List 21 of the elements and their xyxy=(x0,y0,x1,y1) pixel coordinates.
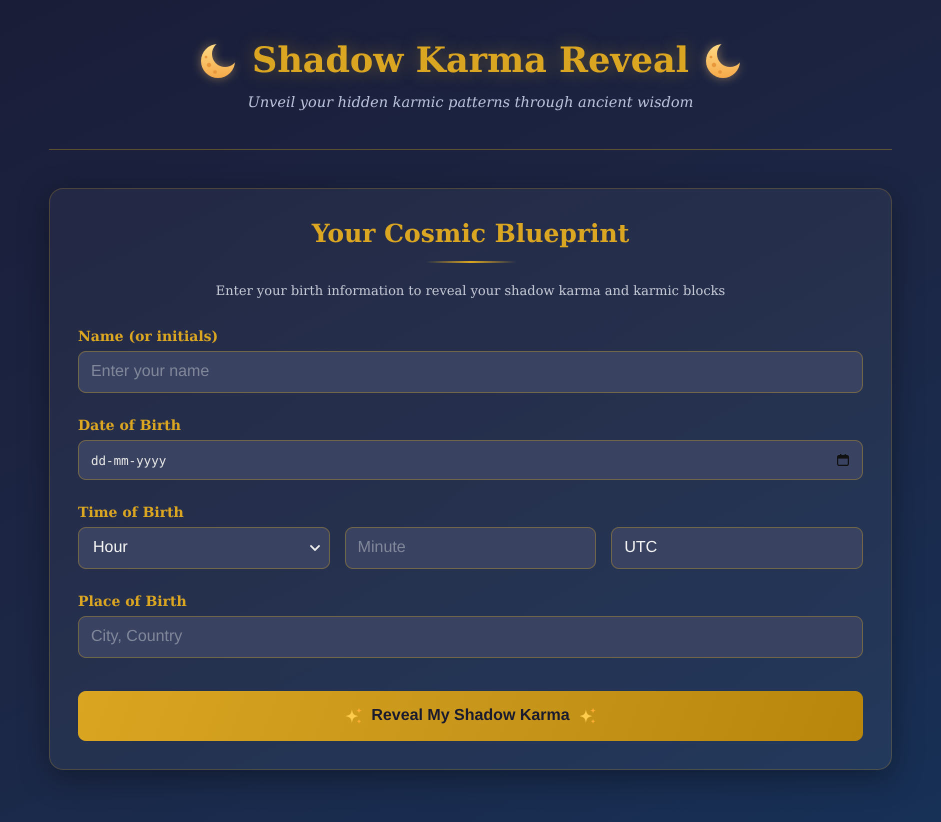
text-input[interactable]: Enter your name xyxy=(78,351,863,393)
crescent-moon-icon xyxy=(200,43,236,79)
sparkles-icon xyxy=(344,706,364,726)
field-label: Name (or initials) xyxy=(78,328,218,347)
calendar-icon[interactable] xyxy=(837,454,849,466)
text-input[interactable]: City, Country xyxy=(78,616,863,658)
crescent-moon-icon xyxy=(704,43,741,79)
chevron-down-icon xyxy=(310,545,320,551)
field-label: Date of Birth xyxy=(78,417,181,436)
field-label: Time of Birth xyxy=(78,504,184,523)
sparkles-icon xyxy=(578,706,597,726)
text-input[interactable]: Minute xyxy=(344,527,596,569)
text-input[interactable]: UTC xyxy=(611,527,863,569)
card-description: Enter your birth information to reveal your shadow karma and karmic blocks xyxy=(214,283,726,301)
date-field[interactable]: dd-mm-yyyy xyxy=(78,440,863,480)
page-title: Shadow Karma Reveal xyxy=(252,39,689,83)
reveal-button[interactable]: Reveal My Shadow Karma xyxy=(78,691,863,741)
card-title: Your Cosmic Blueprint xyxy=(310,218,630,250)
field-label: Place of Birth xyxy=(78,593,187,612)
hour-select[interactable]: Hour xyxy=(78,527,330,569)
page-subtitle: Unveil your hidden karmic patterns through ancient wisdom xyxy=(248,94,694,113)
